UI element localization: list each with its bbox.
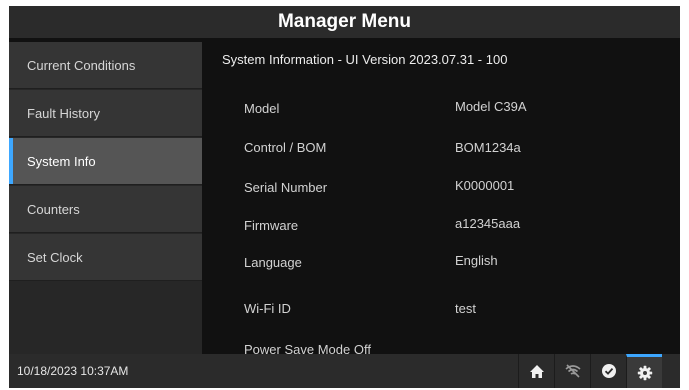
info-value-wifi-id: test — [455, 301, 476, 316]
sidebar-item-label: Current Conditions — [27, 58, 136, 73]
info-label-serial-number: Serial Number — [244, 180, 328, 195]
status-ok-button[interactable] — [590, 354, 626, 388]
section-title: System Information - UI Version 2023.07.… — [222, 52, 508, 67]
sidebar-item-fault-history[interactable]: Fault History — [9, 90, 202, 137]
info-value-serial-number: K0000001 — [455, 178, 515, 193]
page-title: Manager Menu — [9, 6, 680, 38]
info-label-model: Model — [244, 101, 280, 116]
info-label-wifi-id: Wi-Fi ID — [244, 301, 291, 316]
info-value-language: English — [455, 253, 498, 268]
sidebar-item-counters[interactable]: Counters — [9, 186, 202, 233]
info-value-firmware: a12345aaa — [455, 216, 521, 231]
check-circle-icon — [601, 363, 617, 379]
system-info-panel[interactable]: System Information - UI Version 2023.07.… — [202, 42, 680, 354]
sidebar: Current Conditions Fault History System … — [9, 42, 202, 354]
home-button[interactable] — [518, 354, 554, 388]
wifi-off-icon — [564, 364, 582, 378]
info-label-control-bom: Control / BOM — [244, 140, 327, 155]
sidebar-item-system-info[interactable]: System Info — [9, 138, 202, 185]
sidebar-item-label: Counters — [27, 202, 80, 217]
wifi-status-button[interactable] — [554, 354, 590, 388]
info-row-power-save: Power Save Mode Off — [244, 342, 371, 354]
info-value-model: Model C39A — [455, 99, 527, 114]
sidebar-item-label: Fault History — [27, 106, 100, 121]
home-icon — [529, 364, 545, 379]
sidebar-item-label: System Info — [27, 154, 96, 169]
sidebar-item-set-clock[interactable]: Set Clock — [9, 234, 202, 281]
date-time: 10/18/2023 10:37AM — [17, 364, 129, 378]
gear-icon — [637, 365, 653, 381]
info-label-firmware: Firmware — [244, 218, 299, 233]
sidebar-item-label: Set Clock — [27, 250, 83, 265]
status-bar: 10/18/2023 10:37AM — [9, 354, 680, 388]
info-value-control-bom: BOM1234a — [455, 140, 521, 155]
sidebar-item-current-conditions[interactable]: Current Conditions — [9, 42, 202, 89]
device-screen: Manager Menu Current Conditions Fault Hi… — [9, 6, 680, 388]
info-label-language: Language — [244, 255, 302, 270]
settings-button[interactable] — [626, 354, 662, 388]
